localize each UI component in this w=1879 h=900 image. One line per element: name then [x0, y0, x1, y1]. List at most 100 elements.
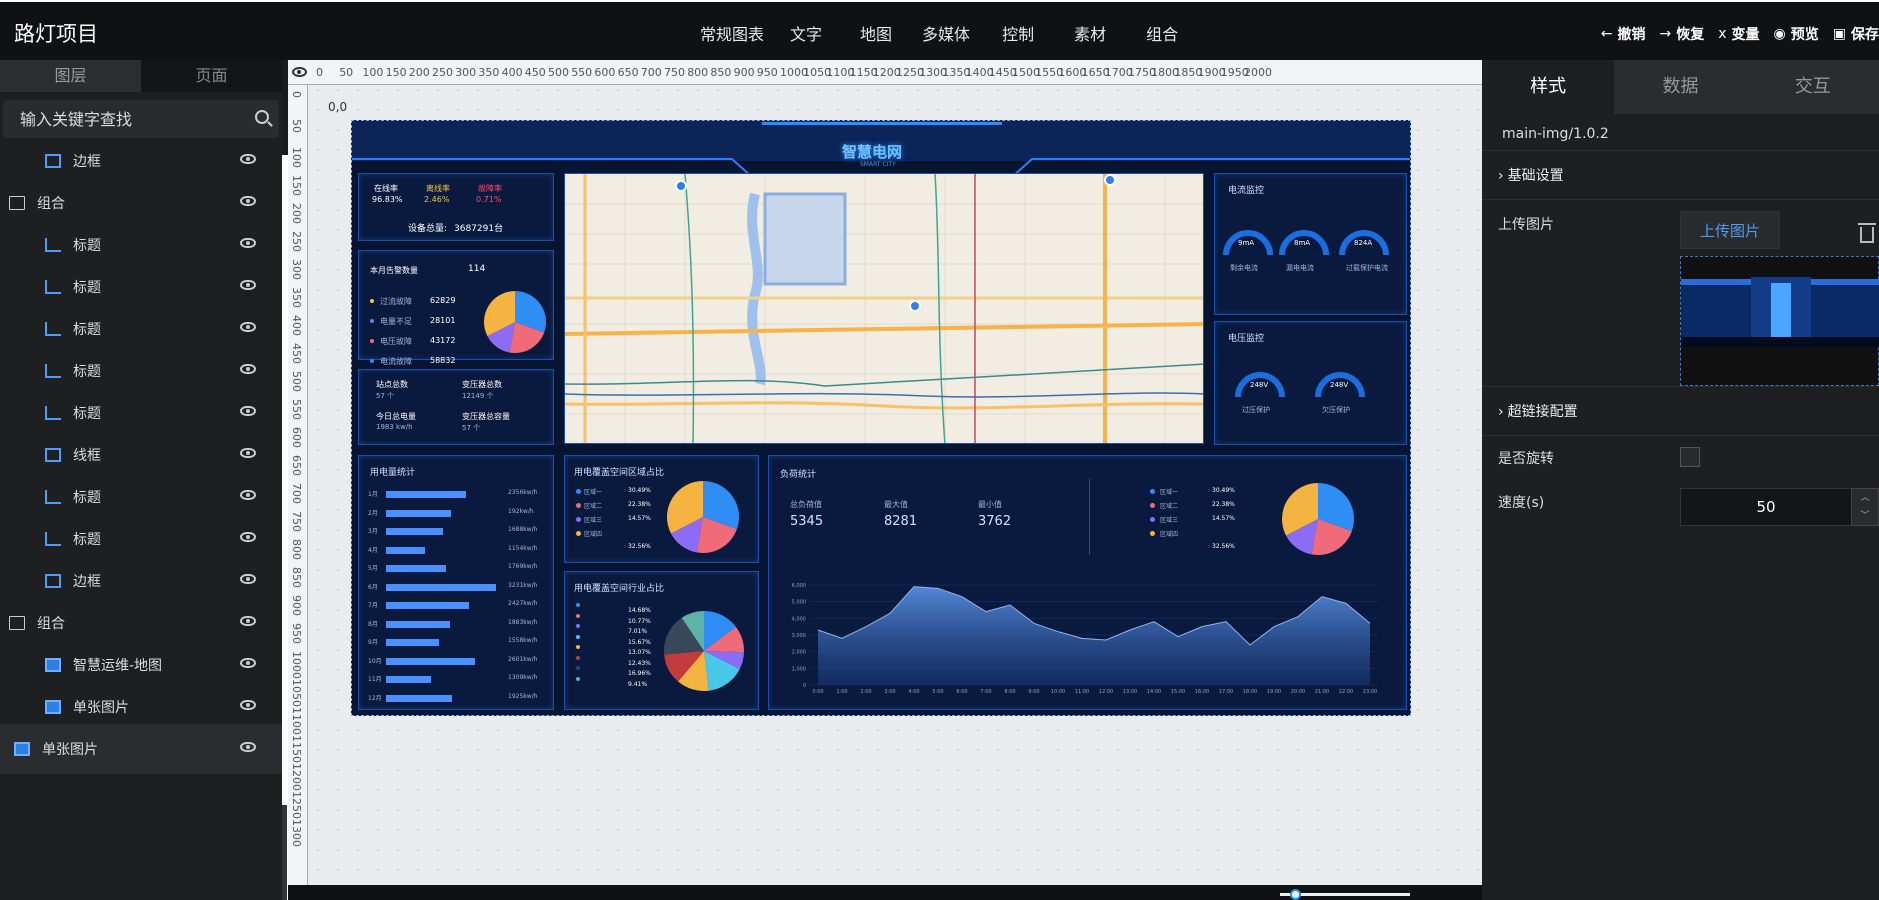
legend-dot: [576, 645, 580, 649]
tab-style[interactable]: 样式: [1482, 60, 1615, 114]
bar-value-label: 3231kw/h: [508, 581, 538, 589]
eye-icon[interactable]: [240, 154, 256, 164]
ruler-tick-label: 800: [290, 539, 303, 560]
chevron-up-icon[interactable]: ︿: [1852, 489, 1878, 507]
rotate-checkbox[interactable]: [1680, 447, 1700, 467]
ruler-tick-label: 100: [362, 66, 384, 79]
x-tick-label: 12:00: [1099, 689, 1113, 695]
ruler-tick-label: 150: [290, 175, 303, 196]
preview-button[interactable]: ◉ 预览: [1774, 24, 1819, 44]
ruler-tick-label: 1000: [290, 651, 303, 679]
eye-icon[interactable]: [240, 658, 256, 668]
y-tick-label: 5,000: [792, 600, 806, 606]
zoom-slider-handle[interactable]: [1290, 889, 1301, 900]
load-title: 负荷统计: [780, 470, 817, 480]
eye-icon[interactable]: [240, 364, 256, 374]
ruler-tick-label: 0: [290, 91, 303, 98]
chart-icon: [45, 406, 61, 420]
tab-interaction[interactable]: 交互: [1747, 60, 1879, 114]
tab-layers[interactable]: 图层: [0, 60, 141, 92]
eye-icon[interactable]: [240, 616, 256, 626]
hyperlink-section[interactable]: › 超链接配置: [1482, 386, 1879, 436]
y-tick-label: 4,000: [792, 616, 806, 622]
legend-dot: [576, 531, 581, 536]
trash-icon[interactable]: [1858, 223, 1876, 243]
upload-button[interactable]: 上传图片: [1680, 211, 1780, 249]
industry-title: 用电覆盖空间行业占比: [574, 584, 665, 594]
menu-item-multimedia[interactable]: 多媒体: [922, 21, 970, 45]
gauge-value: 824A: [1354, 239, 1373, 247]
x-tick-label: 6:00: [956, 689, 967, 695]
chart-icon: [45, 364, 61, 378]
ruler-tick-label: 850: [290, 567, 303, 588]
ruler-tick-label: 100: [290, 147, 303, 168]
alarm-label: 电量不足: [380, 317, 412, 326]
legend-dot: [576, 517, 581, 522]
menu-item-group[interactable]: 组合: [1146, 21, 1178, 45]
ruler-tick-label: 600: [290, 427, 303, 448]
ruler-tick-label: 300: [455, 66, 477, 79]
undo-button[interactable]: ← 撤销: [1601, 24, 1646, 44]
save-button[interactable]: ▣ 保存: [1833, 24, 1879, 44]
usage-bar: [386, 565, 447, 572]
tab-pages[interactable]: 页面: [141, 60, 282, 92]
x-tick-label: 4:00: [908, 689, 919, 695]
speed-stepper[interactable]: ︿ ﹀: [1851, 488, 1879, 526]
eye-icon[interactable]: [240, 196, 256, 206]
eye-icon[interactable]: [240, 280, 256, 290]
layer-item[interactable]: 单张图片: [0, 724, 282, 774]
eye-icon[interactable]: [240, 238, 256, 248]
layer-label: 标题: [73, 490, 101, 506]
horizontal-ruler: 0 50 100 150 200 250 300 350 400 450 500 550 600 650 7…: [288, 60, 1482, 85]
search-input[interactable]: [3, 100, 279, 138]
search-icon[interactable]: [255, 110, 269, 124]
arrow-right-icon: →: [1659, 26, 1672, 42]
ruler-tick-label: 600: [594, 66, 616, 79]
legend-dot: [576, 613, 580, 618]
menu-item-control[interactable]: 控制: [1002, 21, 1034, 45]
upload-label: 上传图片: [1498, 217, 1554, 233]
x-tick-label: 21:00: [1315, 689, 1329, 695]
vertical-ruler: 0 50 100 150 200 250 300 350 400 450 500 550 600 650 7…: [288, 85, 308, 885]
menu-item-map[interactable]: 地图: [860, 21, 892, 45]
eye-icon[interactable]: [240, 700, 256, 710]
eye-icon[interactable]: [240, 490, 256, 500]
eye-icon[interactable]: [240, 448, 256, 458]
origin-label: 0,0: [328, 100, 348, 114]
tab-data[interactable]: 数据: [1614, 60, 1746, 114]
redo-button[interactable]: → 恢复: [1660, 24, 1705, 44]
stat-value: 1983 kw/h: [376, 423, 413, 431]
alarm-label: 过流故障: [380, 297, 412, 306]
eye-icon[interactable]: [240, 322, 256, 332]
bar-category-label: 4月: [368, 546, 378, 554]
eye-icon[interactable]: [240, 406, 256, 416]
alarm-value: 62829: [430, 296, 456, 305]
eye-icon[interactable]: [292, 67, 307, 77]
basic-settings-section[interactable]: › 基础设置: [1482, 150, 1879, 200]
ruler-tick-label: 900: [733, 66, 755, 79]
ruler-tick-label: 1050: [290, 679, 303, 707]
layer-scrollbar-thumb[interactable]: [282, 805, 287, 900]
menu-item-material[interactable]: 素材: [1074, 21, 1106, 45]
rate-label: 故障率: [478, 184, 502, 193]
eye-icon[interactable]: [240, 574, 256, 584]
menu-item-charts[interactable]: 常规图表: [700, 21, 764, 45]
device-total-value: 3687291台: [454, 224, 504, 234]
industry-pie-chart: [664, 611, 744, 691]
alarm-value: 28101: [430, 316, 456, 325]
ruler-tick-label: 950: [290, 623, 303, 644]
load-stat-label: 总负荷值: [790, 500, 822, 509]
menu-item-text[interactable]: 文字: [790, 21, 822, 45]
variable-button[interactable]: x 变量: [1718, 24, 1759, 44]
dashboard-preview[interactable]: 智慧电网 SMART CITY 在线率 96.83% 离线率 2.46% 故障率 0.71…: [351, 120, 1411, 716]
bar-value-label: 1769kw/h: [508, 563, 538, 570]
usage-bar: [386, 657, 475, 665]
eye-icon[interactable]: [240, 742, 256, 752]
speed-input[interactable]: 50: [1680, 488, 1852, 526]
legend-dot: [370, 339, 374, 343]
alarm-count: 114: [468, 264, 486, 274]
chevron-down-icon[interactable]: ﹀: [1852, 507, 1878, 525]
load-divider: [1089, 479, 1090, 555]
eye-icon[interactable]: [240, 532, 256, 542]
ruler-tick-label: 850: [710, 66, 732, 79]
